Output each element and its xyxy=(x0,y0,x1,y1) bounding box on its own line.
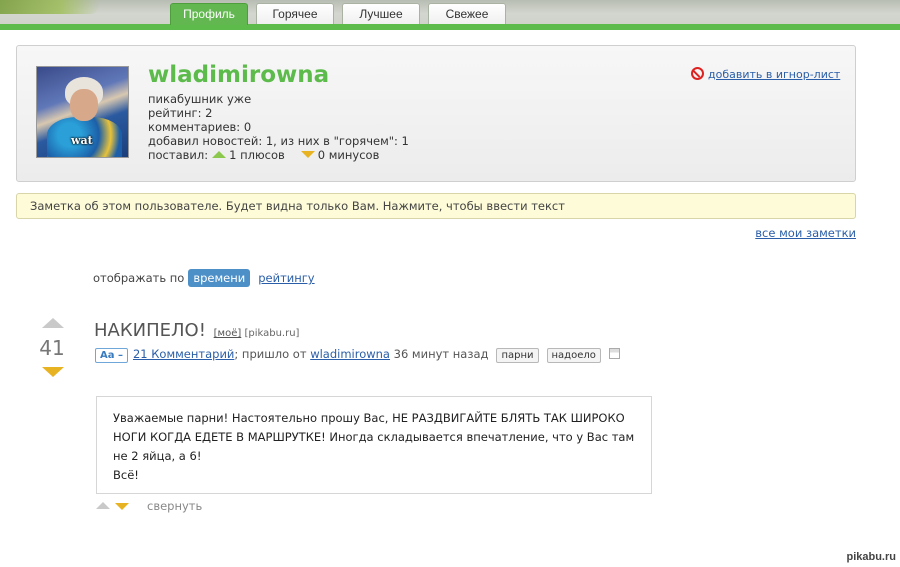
sort-control: отображать по времени рейтингу xyxy=(93,269,315,287)
bottom-upvote-icon[interactable] xyxy=(96,502,110,509)
save-icon[interactable] xyxy=(608,348,620,359)
tag-fed-up[interactable]: надоело xyxy=(546,348,601,363)
upvote-arrow-icon[interactable] xyxy=(42,318,64,328)
minus-count: 0 минусов xyxy=(317,148,380,162)
avatar: wat xyxy=(36,66,129,158)
post-body-line: Уважаемые парни! Настоятельно прошу Вас,… xyxy=(113,411,625,425)
profile-username: wladimirowna xyxy=(148,62,330,88)
collapse-link[interactable]: свернуть xyxy=(147,499,202,513)
votes-label: поставил: xyxy=(148,148,209,162)
font-size-toggle[interactable]: Aa – xyxy=(95,348,128,363)
post-title[interactable]: НАКИПЕЛО! xyxy=(94,320,206,341)
avatar-caption: wat xyxy=(71,134,93,147)
add-to-ignore-link[interactable]: добавить в игнор-лист xyxy=(708,68,840,81)
post-time: 36 минут назад xyxy=(393,347,489,361)
minus-arrow-icon xyxy=(300,151,315,158)
post-source: [pikabu.ru] xyxy=(244,328,300,339)
ignore-list-action: добавить в игнор-лист xyxy=(691,67,840,81)
all-notes-link[interactable]: все мои заметки xyxy=(755,226,856,240)
post-body-line: Всё! xyxy=(113,468,139,482)
bottom-downvote-icon[interactable] xyxy=(115,503,129,510)
tag-guys[interactable]: парни xyxy=(496,348,539,363)
avatar-face xyxy=(70,89,98,121)
plus-count: 1 плюсов xyxy=(229,148,285,162)
stat-votes: поставил: 1 плюсов 0 минусов xyxy=(148,148,409,162)
profile-card: wat wladimirowna пикабушник уже рейтинг:… xyxy=(16,45,856,182)
post-body: Уважаемые парни! Настоятельно прошу Вас,… xyxy=(96,396,652,494)
from-text: ; пришло от xyxy=(234,347,307,361)
stat-rating: рейтинг: 2 xyxy=(148,106,213,120)
ban-icon[interactable] xyxy=(691,67,704,80)
sort-by-time-button[interactable]: времени xyxy=(188,269,251,287)
tab-best[interactable]: Лучшее xyxy=(342,3,420,24)
post-meta: Aa – 21 Комментарий; пришло от wladimirow… xyxy=(95,347,620,363)
watermark: pikabu.ru xyxy=(846,551,896,563)
author-link[interactable]: wladimirowna xyxy=(310,347,390,361)
tab-profile[interactable]: Профиль xyxy=(170,3,248,25)
post-title-meta: [моё] [pikabu.ru] xyxy=(214,328,300,339)
mine-link[interactable]: [моё] xyxy=(214,328,242,339)
site-logo-fragment[interactable] xyxy=(0,0,100,14)
sort-label: отображать по xyxy=(93,271,185,285)
profile-stats: пикабушник уже рейтинг: 2 комментариев: … xyxy=(148,92,409,162)
post-title-row: НАКИПЕЛО! [моё] [pikabu.ru] xyxy=(94,320,299,341)
header-green-line xyxy=(0,24,900,30)
downvote-arrow-icon[interactable] xyxy=(42,367,64,377)
stat-news: добавил новостей: 1, из них в "горячем":… xyxy=(148,134,409,148)
post-body-line: НОГИ КОГДА ЕДЕТЕ В МАРШРУТКЕ! Иногда скл… xyxy=(113,430,635,444)
stat-member: пикабушник уже xyxy=(148,92,252,106)
tab-fresh[interactable]: Свежее xyxy=(428,3,506,24)
post-rating: 41 xyxy=(39,336,65,360)
user-note-field[interactable]: Заметка об этом пользователе. Будет видн… xyxy=(16,193,856,219)
plus-arrow-icon xyxy=(212,151,227,158)
comments-link[interactable]: 21 Комментарий xyxy=(133,347,234,361)
post-body-line: не 2 яйца, а 6! xyxy=(113,449,202,463)
tab-hot[interactable]: Горячее xyxy=(256,3,334,24)
stat-comments: комментариев: 0 xyxy=(148,120,252,134)
sort-by-rating-link[interactable]: рейтингу xyxy=(258,271,314,285)
